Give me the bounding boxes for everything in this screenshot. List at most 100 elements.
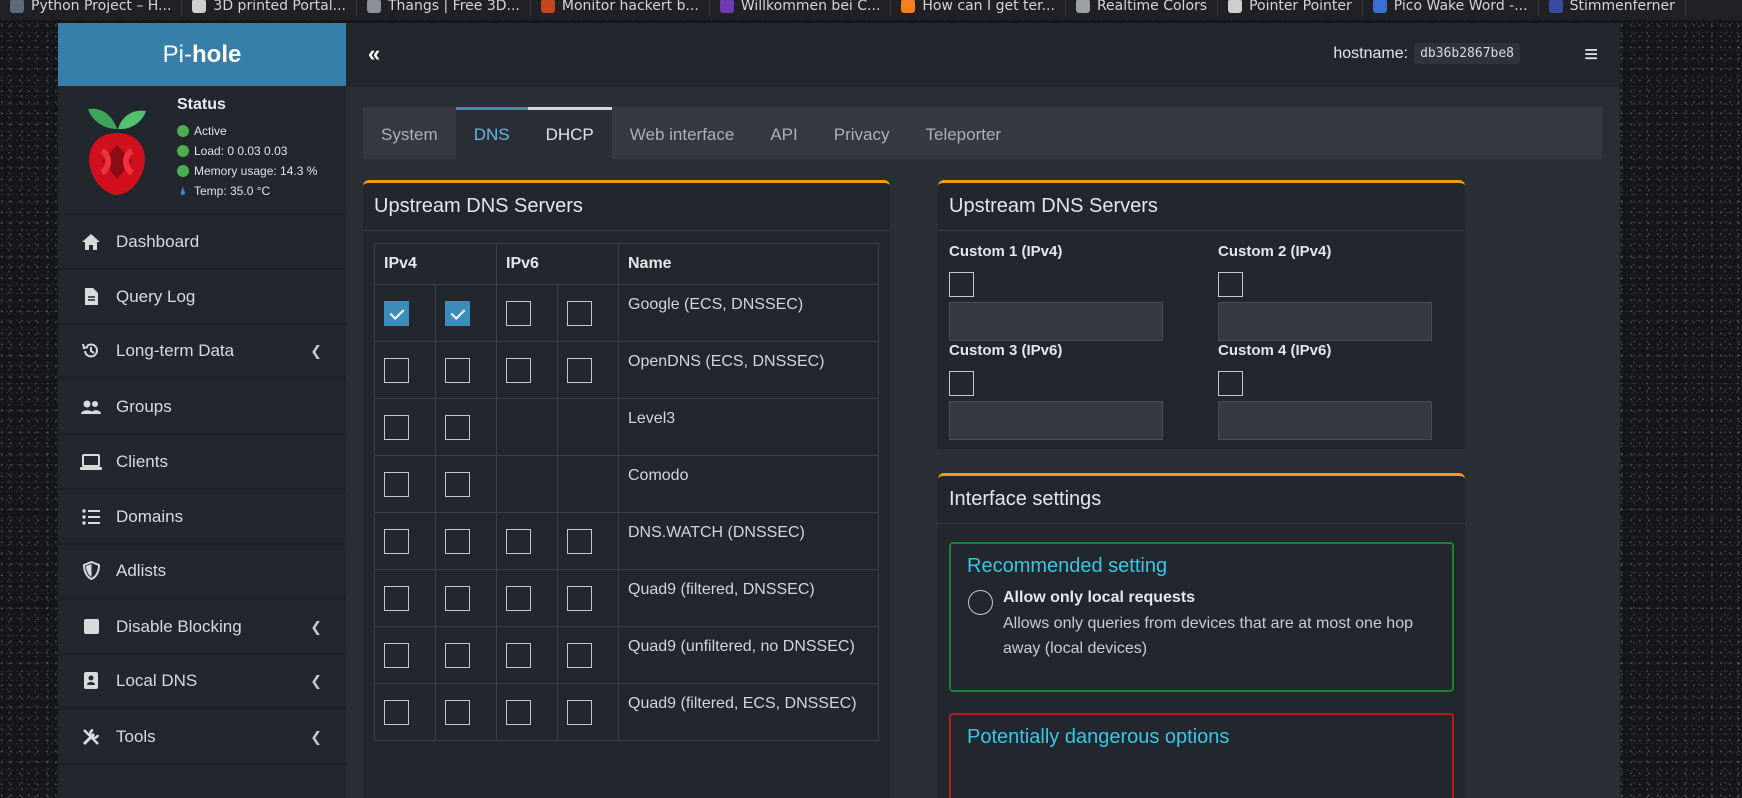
bookmarks-bar: Python Project – H... 3D printed Portal..… [0,0,1742,20]
sidebar-item-query-log[interactable]: Query Log [58,270,346,325]
ipv4-checkbox[interactable] [445,699,470,725]
status-dot-icon [177,125,189,137]
menu-toggle-icon[interactable]: ≡ [1584,41,1598,69]
file-icon [80,286,102,308]
ipv6-checkbox[interactable] [567,642,592,668]
sidebar-item-dashboard[interactable]: Dashboard [58,215,346,270]
sidebar-item-groups[interactable]: Groups [58,380,346,435]
table-cell [435,455,497,513]
home-icon [80,231,102,253]
bookmark-item[interactable]: 3D printed Portal... [182,0,357,16]
local-requests-radio[interactable] [968,590,993,615]
ipv4-checkbox[interactable] [384,585,409,611]
ipv4-checkbox[interactable] [445,585,470,611]
bookmark-item[interactable]: How can I get ter... [891,0,1066,16]
ipv4-checkbox[interactable] [384,414,409,440]
bookmark-item[interactable]: Thangs | Free 3D... [357,0,531,16]
ipv6-checkbox[interactable] [567,528,592,554]
sidebar-item-clients[interactable]: Clients [58,435,346,490]
server-name: DNS.WATCH (DNSSEC) [618,512,879,570]
custom-server-checkbox[interactable] [949,272,974,297]
custom-server-checkbox[interactable] [1218,272,1243,297]
ipv6-checkbox[interactable] [506,528,531,554]
ipv4-checkbox[interactable] [445,528,470,554]
sidebar-item-disable-blocking[interactable]: Disable Blocking ❮ [58,600,346,655]
bookmark-item[interactable]: Willkommen bei C... [710,0,892,16]
status-panel: Status Active Load: 0 0.03 0.03 Memory u… [58,86,346,215]
local-requests-option[interactable]: Allow only local requests Allows only qu… [951,578,1452,661]
sidebar-item-tools[interactable]: Tools ❮ [58,710,346,765]
ipv4-checkbox[interactable] [445,414,470,440]
table-cell [557,455,619,513]
interface-settings-box: Interface settings Recommended setting A… [938,473,1465,798]
custom-server-checkbox[interactable] [949,371,974,396]
sidebar-item-adlists[interactable]: Adlists [58,545,346,600]
ipv4-checkbox[interactable] [445,471,470,497]
ipv6-checkbox[interactable] [567,300,592,326]
ipv4-checkbox[interactable] [384,699,409,725]
ipv4-checkbox[interactable] [384,471,409,497]
ipv4-checkbox[interactable] [384,528,409,554]
ipv4-checkbox[interactable] [445,300,470,326]
recommended-panel: Recommended setting Allow only local req… [949,542,1454,692]
table-cell [374,569,436,627]
sidebar-item-domains[interactable]: Domains [58,490,346,545]
sidebar-item-long-term-data[interactable]: Long-term Data ❮ [58,325,346,380]
table-cell [496,341,558,399]
ipv6-checkbox[interactable] [506,642,531,668]
pihole-app: Pi-hole Status Active Load: 0 0.03 0.03 … [58,23,1620,798]
custom-server-input[interactable] [949,401,1163,440]
ipv6-checkbox[interactable] [506,585,531,611]
bookmark-label: Pointer Pointer [1249,0,1352,14]
history-icon [80,340,102,362]
status-load-label: Load: 0 0.03 0.03 [194,144,288,158]
bookmark-item[interactable]: Pico Wake Word -... [1363,0,1539,16]
table-cell [374,284,436,342]
table-cell [557,569,619,627]
bookmark-favicon-icon [1548,0,1563,13]
ipv6-checkbox[interactable] [506,357,531,383]
ipv4-checkbox[interactable] [384,300,409,326]
ipv4-checkbox[interactable] [445,357,470,383]
tab-system[interactable]: System [363,107,456,159]
upstream-dns-title: Upstream DNS Servers [363,183,890,231]
ipv4-checkbox[interactable] [384,642,409,668]
table-cell [374,512,436,570]
brand-logo-link[interactable]: Pi-hole [58,23,346,86]
dangerous-panel: Potentially dangerous options [949,713,1454,798]
tab-teleporter[interactable]: Teleporter [907,107,1019,159]
ipv6-checkbox[interactable] [506,300,531,326]
ipv4-checkbox[interactable] [445,642,470,668]
bookmark-label: Python Project – H... [31,0,172,14]
sidebar-item-local-dns[interactable]: Local DNS ❮ [58,655,346,710]
server-name: Comodo [618,455,879,513]
sidebar-item-label: Clients [116,451,168,471]
custom-server-input[interactable] [1218,401,1432,440]
bookmark-label: Stimmenferner [1569,0,1675,14]
sidebar-item-label: Groups [116,396,172,416]
sidebar-toggle-button[interactable]: « [368,41,380,67]
ipv6-checkbox[interactable] [567,357,592,383]
tab-dns[interactable]: DNS [455,107,528,159]
ipv6-checkbox[interactable] [567,699,592,725]
tab-api[interactable]: API [752,107,815,159]
custom-server-input[interactable] [949,302,1163,341]
tab-dhcp[interactable]: DHCP [527,107,612,159]
table-cell [557,341,619,399]
local-requests-desc: Allows only queries from devices that ar… [1003,615,1413,657]
bookmark-item[interactable]: Stimmenferner [1539,0,1686,16]
tab-privacy[interactable]: Privacy [816,107,908,159]
status-active[interactable]: Active [177,121,317,141]
custom-server-label: Custom 2 (IPv4) [1218,243,1332,260]
ipv4-checkbox[interactable] [384,357,409,383]
ipv6-checkbox[interactable] [506,699,531,725]
bookmark-item[interactable]: Realtime Colors [1066,0,1219,16]
tab-web-interface[interactable]: Web interface [612,107,753,159]
bookmark-item[interactable]: Pointer Pointer [1218,0,1363,16]
bookmark-item[interactable]: Monitor hackert b... [531,0,710,16]
ipv6-checkbox[interactable] [567,585,592,611]
custom-server-checkbox[interactable] [1218,371,1243,396]
bookmark-label: Monitor hackert b... [561,0,699,14]
custom-server-input[interactable] [1218,302,1432,341]
bookmark-item[interactable]: Python Project – H... [0,0,183,16]
